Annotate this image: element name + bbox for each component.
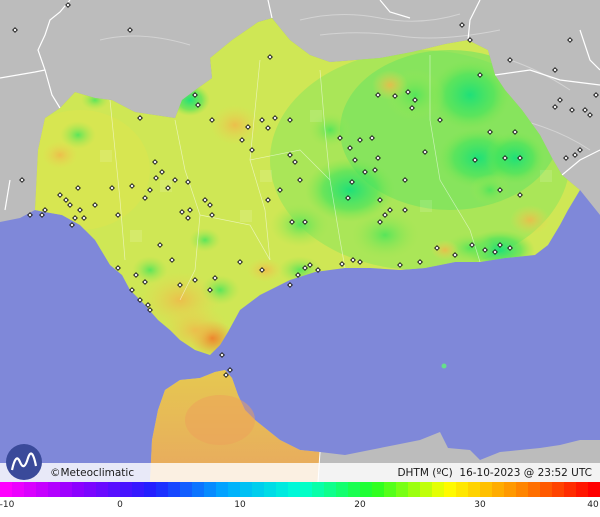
color-scale-cell [492,482,504,497]
color-scale-cell [312,482,324,497]
color-scale-cell [528,482,540,497]
color-scale-cell [228,482,240,497]
color-scale-cell [504,482,516,497]
color-scale-cell [252,482,264,497]
color-scale-cell [240,482,252,497]
color-scale-cell [24,482,36,497]
color-scale-cell [276,482,288,497]
meteoclimatic-logo-icon[interactable] [6,444,42,480]
color-scale-cell [564,482,576,497]
color-scale-bar [0,482,600,497]
color-scale-cell [456,482,468,497]
map-view[interactable]: ©Meteoclimatic DHTM (ºC) 16-10-2023 @ 23… [0,0,600,517]
color-scale-cell [384,482,396,497]
color-scale-cell [216,482,228,497]
alboran-island [441,363,447,369]
color-scale-cell [444,482,456,497]
color-scale-cell [432,482,444,497]
color-scale-cell [36,482,48,497]
color-scale-cell [408,482,420,497]
color-scale-cell [204,482,216,497]
color-scale-cell [48,482,60,497]
color-scale-cell [372,482,384,497]
color-scale-tick-label: -10 [0,500,15,510]
product-label: DHTM (ºC) 16-10-2023 @ 23:52 UTC [397,465,592,481]
color-scale-cell [468,482,480,497]
color-scale-cell [300,482,312,497]
color-scale-cell [540,482,552,497]
color-scale-cell [324,482,336,497]
color-scale-cell [552,482,564,497]
color-scale-cell [480,482,492,497]
color-scale-cell [156,482,168,497]
color-scale-cell [60,482,72,497]
color-scale-cell [360,482,372,497]
color-scale-tick-label: 10 [234,500,246,510]
color-scale-cell [348,482,360,497]
color-scale-cell [168,482,180,497]
color-scale-cell [192,482,204,497]
color-scale-cell [396,482,408,497]
color-scale-cell [420,482,432,497]
color-scale-tick-label: 40 [587,500,599,510]
color-scale-cell [72,482,84,497]
color-scale-cell [180,482,192,497]
brand-label: ©Meteoclimatic [50,467,135,479]
color-scale-cell [0,482,12,497]
color-scale-cell [96,482,108,497]
temperature-map[interactable] [0,0,600,517]
color-scale-cell [516,482,528,497]
color-scale-cell [336,482,348,497]
timestamp-label: 16-10-2023 @ 23:52 UTC [459,467,592,479]
color-scale-tick-label: 0 [117,500,123,510]
color-scale-ticks: -10 0 10 20 30 40 [0,497,600,517]
color-scale-cell [84,482,96,497]
variable-label: DHTM (ºC) [397,467,453,479]
color-scale-cell [588,482,600,497]
morocco-warm-area [185,395,255,445]
color-scale-tick-label: 20 [354,500,366,510]
color-scale-cell [120,482,132,497]
color-scale-cell [264,482,276,497]
color-scale-tick-label: 30 [474,500,486,510]
color-scale-cell [144,482,156,497]
color-scale-cell [132,482,144,497]
color-scale-cell [12,482,24,497]
color-scale-cell [576,482,588,497]
color-scale-cell [108,482,120,497]
color-scale-cell [288,482,300,497]
